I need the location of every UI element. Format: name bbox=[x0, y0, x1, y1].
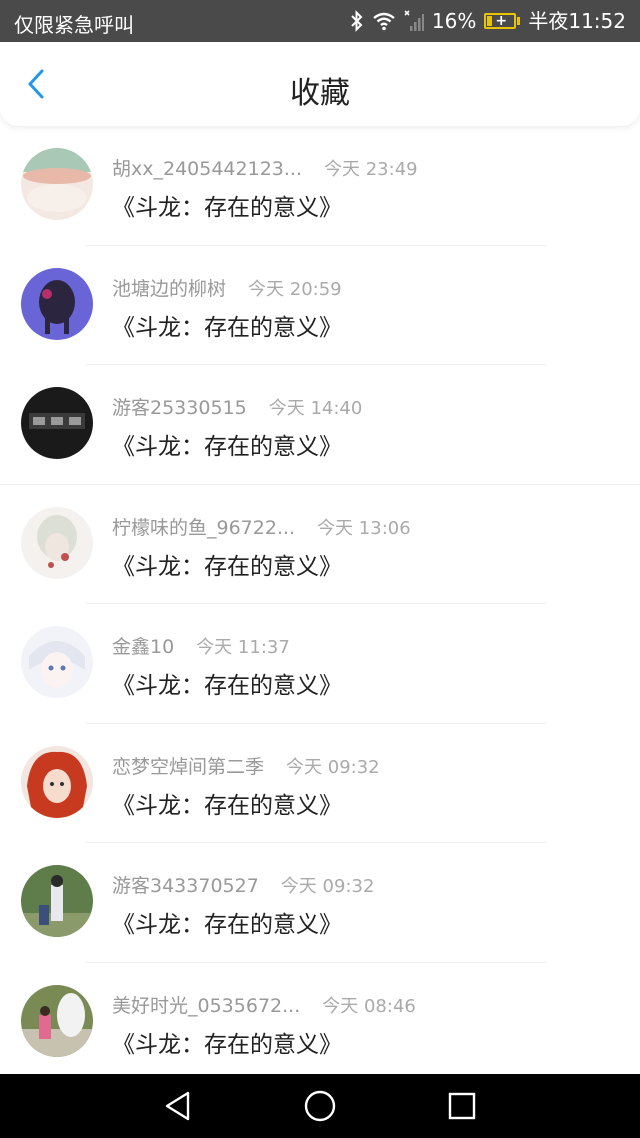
timestamp: 今天 09:32 bbox=[286, 756, 380, 778]
recents-square-icon bbox=[448, 1092, 476, 1120]
avatar bbox=[21, 267, 93, 340]
signal-icon bbox=[404, 10, 424, 32]
timestamp: 今天 14:40 bbox=[268, 398, 363, 419]
battery-charging-icon: + bbox=[484, 13, 521, 29]
list-item[interactable]: 金鑫10 今天 11:37 《斗龙：存在的意义》 bbox=[0, 604, 640, 724]
wifi-icon bbox=[372, 11, 396, 31]
nav-recents-button[interactable] bbox=[442, 1086, 482, 1126]
list-item[interactable]: 柠檬味的鱼_96722... 今天 13:06 《斗龙：存在的意义》 bbox=[0, 485, 640, 604]
avatar bbox=[21, 865, 93, 937]
list-item[interactable]: 恋梦空焯间第二季 今天 09:32 《斗龙：存在的意义》 bbox=[0, 724, 640, 843]
title-bar: 收藏 bbox=[0, 42, 640, 126]
nav-back-button[interactable] bbox=[158, 1086, 198, 1126]
list-item[interactable]: 游客25330515 今天 14:40 《斗龙：存在的意义》 bbox=[0, 365, 640, 485]
username: 金鑫10 bbox=[112, 636, 175, 658]
avatar bbox=[21, 506, 93, 579]
avatar bbox=[21, 148, 93, 220]
favorites-list: 胡xx_2405442123... 今天 23:49 《斗龙：存在的意义》 池塘边… bbox=[0, 126, 640, 1082]
timestamp: 今天 08:46 bbox=[322, 995, 416, 1017]
timestamp: 今天 09:32 bbox=[280, 876, 375, 897]
carrier-text: 仅限紧急呼叫 bbox=[14, 13, 134, 37]
list-item[interactable]: 胡xx_2405442123... 今天 23:49 《斗龙：存在的意义》 bbox=[0, 126, 640, 246]
battery-percent: 16% bbox=[431, 9, 477, 33]
list-item[interactable]: 池塘边的柳树 今天 20:59 《斗龙：存在的意义》 bbox=[0, 246, 640, 365]
timestamp: 今天 23:49 bbox=[324, 159, 418, 180]
back-triangle-icon bbox=[165, 1091, 190, 1121]
item-title: 《斗龙：存在的意义》 bbox=[112, 195, 342, 221]
status-icons: 16% + 半夜11:52 bbox=[350, 7, 626, 35]
item-title: 《斗龙：存在的意义》 bbox=[112, 434, 342, 460]
item-title: 《斗龙：存在的意义》 bbox=[112, 912, 342, 938]
avatar bbox=[21, 984, 93, 1057]
item-title: 《斗龙：存在的意义》 bbox=[112, 1031, 342, 1058]
nav-home-button[interactable] bbox=[300, 1086, 340, 1126]
avatar bbox=[21, 745, 93, 818]
list-item[interactable]: 游客343370527 今天 09:32 《斗龙：存在的意义》 bbox=[0, 843, 640, 963]
avatar bbox=[21, 387, 93, 459]
status-bar: 仅限紧急呼叫 16% + 半夜11:52 bbox=[0, 0, 640, 42]
username: 美好时光_0535672... bbox=[112, 994, 301, 1017]
avatar bbox=[21, 626, 93, 698]
page-title: 收藏 bbox=[290, 76, 350, 111]
timestamp: 今天 20:59 bbox=[248, 278, 342, 300]
list-item[interactable]: 美好时光_0535672... 今天 08:46 《斗龙：存在的意义》 bbox=[0, 963, 640, 1083]
timestamp: 今天 13:06 bbox=[317, 517, 411, 539]
item-title: 《斗龙：存在的意义》 bbox=[112, 792, 342, 819]
username: 游客25330515 bbox=[112, 397, 247, 419]
username: 胡xx_2405442123... bbox=[112, 158, 302, 180]
bluetooth-icon bbox=[350, 10, 364, 32]
home-circle-icon bbox=[304, 1090, 336, 1122]
clock: 半夜11:52 bbox=[528, 9, 626, 33]
username: 池塘边的柳树 bbox=[112, 277, 227, 300]
item-title: 《斗龙：存在的意义》 bbox=[112, 673, 342, 699]
username: 游客343370527 bbox=[112, 875, 259, 897]
nav-bar bbox=[0, 1074, 640, 1138]
item-title: 《斗龙：存在的意义》 bbox=[112, 553, 342, 580]
timestamp: 今天 11:37 bbox=[196, 637, 290, 658]
username: 恋梦空焯间第二季 bbox=[112, 755, 265, 778]
item-title: 《斗龙：存在的意义》 bbox=[112, 314, 342, 341]
username: 柠檬味的鱼_96722... bbox=[112, 516, 296, 539]
